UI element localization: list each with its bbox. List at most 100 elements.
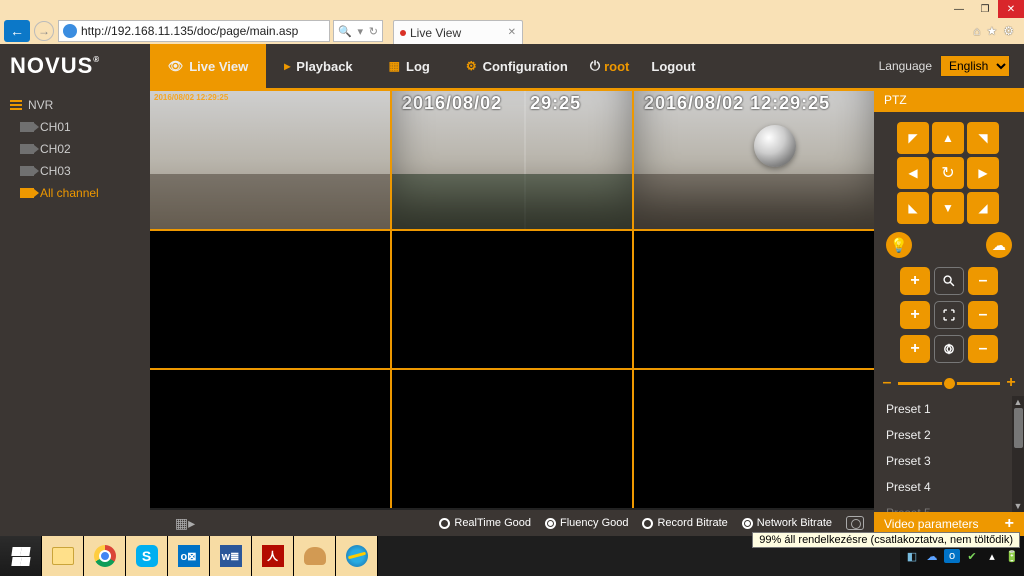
focus-in-button[interactable]: + (900, 301, 930, 329)
video-cell-1[interactable]: 2016/08/02 12:29:25 (150, 91, 390, 229)
ptz-header: PTZ (874, 88, 1024, 112)
window-minimize[interactable]: — (946, 0, 972, 18)
opt-network[interactable]: Network Bitrate (742, 517, 832, 529)
preset-item[interactable]: Preset 5 (874, 500, 1024, 512)
video-timestamp: 2016/08/02 12:29:25 (154, 93, 228, 102)
nav-playback-label: Playback (296, 59, 352, 74)
globe-icon (63, 24, 77, 38)
preset-item[interactable]: Preset 4 (874, 474, 1024, 500)
ptz-down[interactable]: ▼ (932, 192, 964, 224)
nav-configuration[interactable]: ⚙ Configuration (448, 44, 586, 88)
video-cell-7[interactable] (150, 370, 390, 508)
video-cell-3[interactable]: 2016/08/02 12:29:25 (634, 91, 874, 229)
scrollbar-thumb[interactable] (1014, 408, 1023, 448)
video-cell-2[interactable]: 2016/08/0229:25 (392, 91, 632, 229)
window-close[interactable]: ✕ (998, 0, 1024, 18)
browser-forward-button[interactable]: → (34, 21, 54, 41)
focus-out-button[interactable]: – (968, 301, 998, 329)
browser-toolbar: ← → http://192.168.11.135/doc/page/main.… (0, 18, 1024, 44)
ptz-up-left[interactable]: ◤ (897, 122, 929, 154)
radio-icon (642, 518, 653, 529)
taskbar-ie[interactable] (336, 536, 378, 576)
ptz-auto[interactable]: ↻ (932, 157, 964, 189)
favorites-icon[interactable]: ★ (986, 24, 997, 38)
ptz-up-right[interactable]: ◥ (967, 122, 999, 154)
channel-ch03[interactable]: CH03 (0, 160, 150, 182)
plus-icon: + (1005, 515, 1014, 533)
zoom-in-button[interactable]: + (900, 267, 930, 295)
ptz-speed-slider[interactable]: – + (874, 366, 1024, 396)
taskbar-chrome[interactable] (84, 536, 126, 576)
preset-item[interactable]: Preset 1 (874, 396, 1024, 422)
tray-chevron-icon[interactable]: ▴ (984, 548, 1000, 564)
opt-fluency[interactable]: Fluency Good (545, 517, 628, 529)
browser-back-button[interactable]: ← (4, 20, 30, 42)
radio-icon (545, 518, 556, 529)
system-tray[interactable]: ◧ ☁ o ✔ ▴ 🔋 99% áll rendelkezésre (csatl… (900, 536, 1024, 576)
nav-logout-label: Logout (651, 59, 695, 74)
opt-realtime[interactable]: RealTime Good (439, 517, 531, 529)
main-nav: NOVUS® 👁 Live View ▸ Playback ▦ Log ⚙ Co… (0, 44, 1024, 88)
taskbar-file-explorer[interactable] (42, 536, 84, 576)
window-restore[interactable]: ❐ (972, 0, 998, 18)
language-label: Language (879, 59, 932, 73)
nav-log[interactable]: ▦ Log (371, 44, 448, 88)
ptz-light-button[interactable]: 💡 (886, 232, 912, 258)
language-select[interactable]: English (940, 55, 1010, 77)
nvr-icon (10, 100, 22, 110)
nav-live-view-label: Live View (189, 59, 248, 74)
preset-scrollbar[interactable]: ▲ ▼ (1012, 396, 1024, 512)
tray-battery-icon[interactable]: 🔋 (1004, 548, 1020, 564)
tree-root-nvr[interactable]: NVR (0, 94, 150, 116)
taskbar-acrobat[interactable]: 人 (252, 536, 294, 576)
scroll-up-icon[interactable]: ▲ (1012, 396, 1024, 408)
tab-title: Live View (410, 26, 461, 40)
layout-selector[interactable]: ▦▸ (150, 515, 220, 532)
channel-ch02[interactable]: CH02 (0, 138, 150, 160)
taskbar-outlook[interactable]: o⊠ (168, 536, 210, 576)
channel-ch01[interactable]: CH01 (0, 116, 150, 138)
tools-icon[interactable]: ⚙ (1003, 24, 1014, 38)
taskbar-skype[interactable]: S (126, 536, 168, 576)
ptz-right[interactable]: ▶ (967, 157, 999, 189)
tray-outlook-icon[interactable]: o (944, 549, 960, 563)
tray-onedrive-icon[interactable]: ☁ (924, 548, 940, 564)
video-cell-6[interactable] (634, 231, 874, 369)
ptz-left[interactable]: ◀ (897, 157, 929, 189)
video-cell-4[interactable] (150, 231, 390, 369)
scroll-down-icon[interactable]: ▼ (1012, 500, 1024, 512)
channel-all[interactable]: All channel (0, 182, 150, 204)
iris-open-button[interactable]: + (900, 335, 930, 363)
taskbar-paint[interactable] (294, 536, 336, 576)
video-timestamp: 2016/08/02 12:29:25 (644, 93, 830, 114)
snapshot-button[interactable] (846, 516, 864, 530)
browser-tab-liveview[interactable]: Live View ✕ (393, 20, 523, 44)
opt-record[interactable]: Record Bitrate (642, 517, 727, 529)
nav-logout[interactable]: Logout (647, 44, 713, 88)
home-icon[interactable]: ⌂ (973, 24, 980, 38)
tray-icon[interactable]: ◧ (904, 548, 920, 564)
tab-close-icon[interactable]: ✕ (508, 27, 516, 38)
ptz-down-right[interactable]: ◢ (967, 192, 999, 224)
taskbar-word[interactable]: w≣ (210, 536, 252, 576)
eye-icon: 👁 (168, 59, 183, 73)
browser-search-box[interactable]: 🔍▾↻ (333, 20, 383, 42)
video-area: 2016/08/02 12:29:25 2016/08/0229:25 2016… (150, 88, 874, 536)
tray-shield-icon[interactable]: ✔ (964, 548, 980, 564)
video-cell-9[interactable] (634, 370, 874, 508)
radio-icon (742, 518, 753, 529)
video-cell-5[interactable] (392, 231, 632, 369)
preset-item[interactable]: Preset 2 (874, 422, 1024, 448)
zoom-out-button[interactable]: – (968, 267, 998, 295)
start-button[interactable] (0, 536, 42, 576)
iris-close-button[interactable]: – (968, 335, 998, 363)
video-cell-8[interactable] (392, 370, 632, 508)
browser-url-field[interactable]: http://192.168.11.135/doc/page/main.asp (58, 20, 330, 42)
nav-live-view[interactable]: 👁 Live View (150, 44, 266, 88)
ptz-wiper-button[interactable]: ☁ (986, 232, 1012, 258)
preset-item[interactable]: Preset 3 (874, 448, 1024, 474)
ptz-up[interactable]: ▲ (932, 122, 964, 154)
nav-playback[interactable]: ▸ Playback (266, 44, 370, 88)
channel-label: CH03 (40, 164, 71, 178)
ptz-down-left[interactable]: ◣ (897, 192, 929, 224)
